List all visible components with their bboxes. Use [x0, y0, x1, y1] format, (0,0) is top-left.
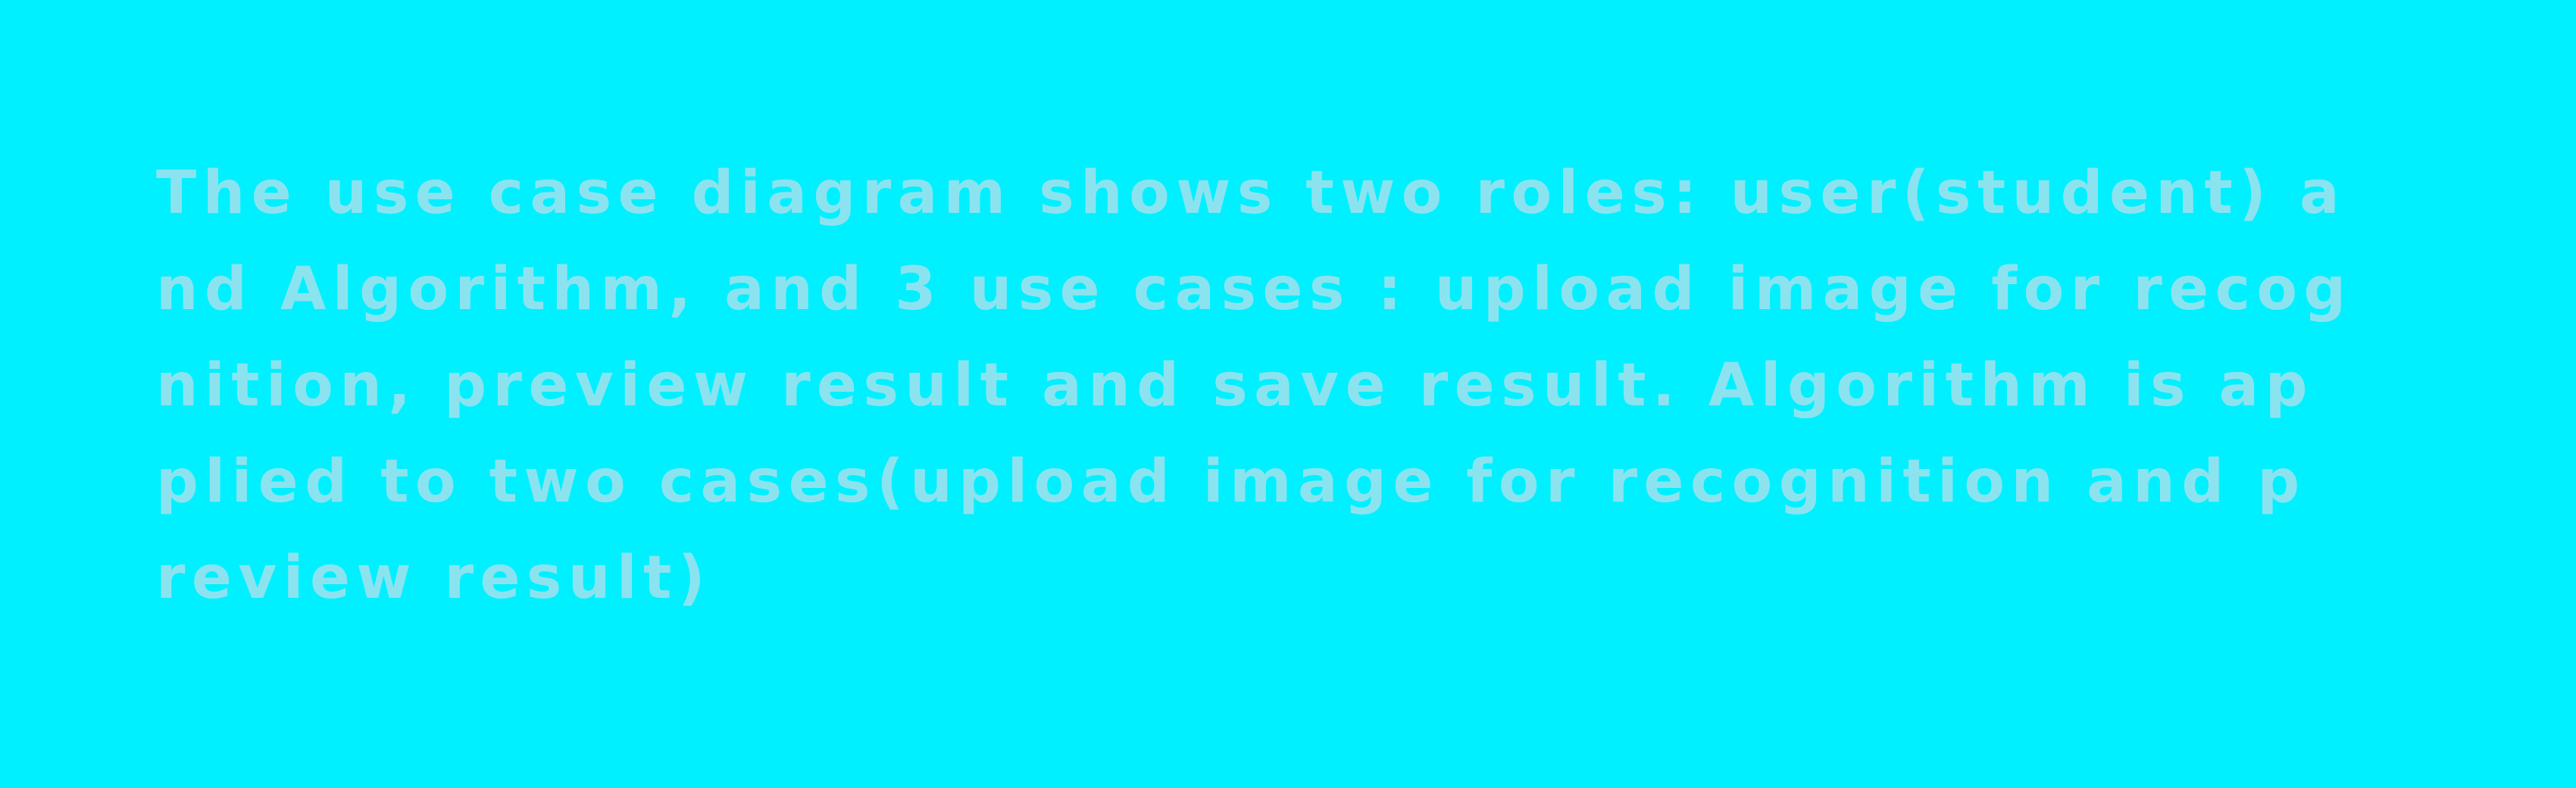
description-line-1: The use case diagram shows two roles: us…	[156, 159, 2346, 227]
description-line-5: review result)	[156, 544, 712, 612]
text-card: The use case diagram shows two roles: us…	[0, 0, 2576, 788]
description-line-3: nition, preview result and save result. …	[156, 352, 2315, 420]
description-paragraph: The use case diagram shows two roles: us…	[156, 155, 2429, 636]
description-line-2: nd Algorithm, and 3 use cases : upload i…	[156, 255, 2352, 324]
description-line-4: plied to two cases(upload image for reco…	[156, 448, 2306, 516]
